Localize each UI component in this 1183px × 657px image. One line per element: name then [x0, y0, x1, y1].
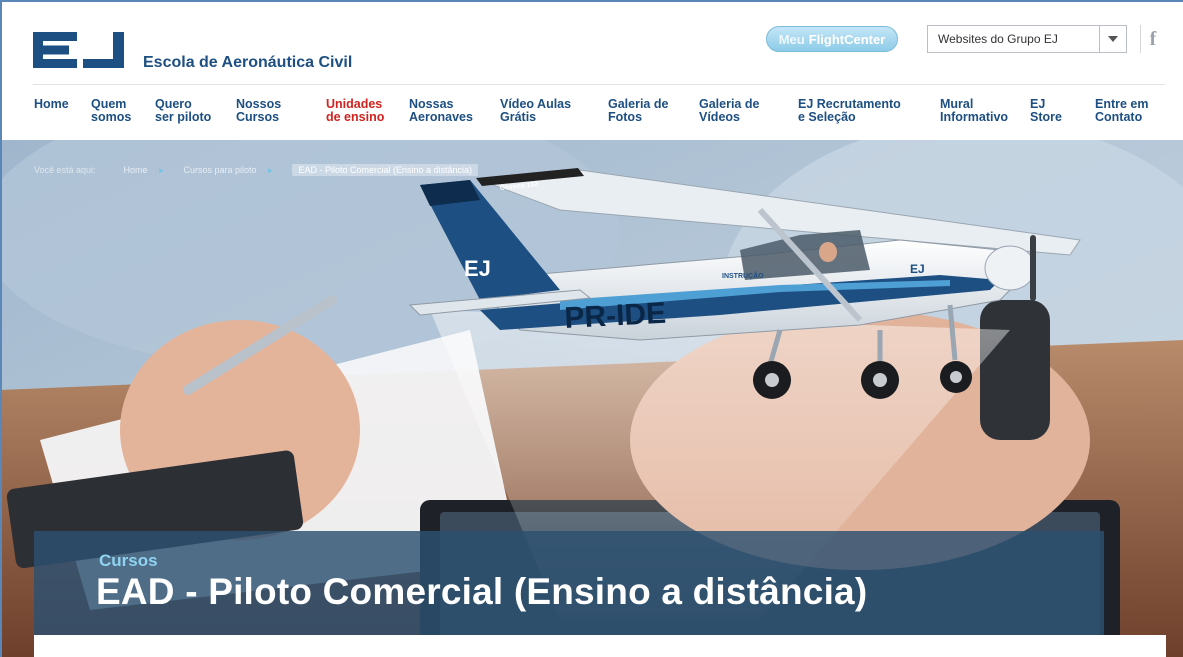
window-frame: [0, 0, 1183, 657]
